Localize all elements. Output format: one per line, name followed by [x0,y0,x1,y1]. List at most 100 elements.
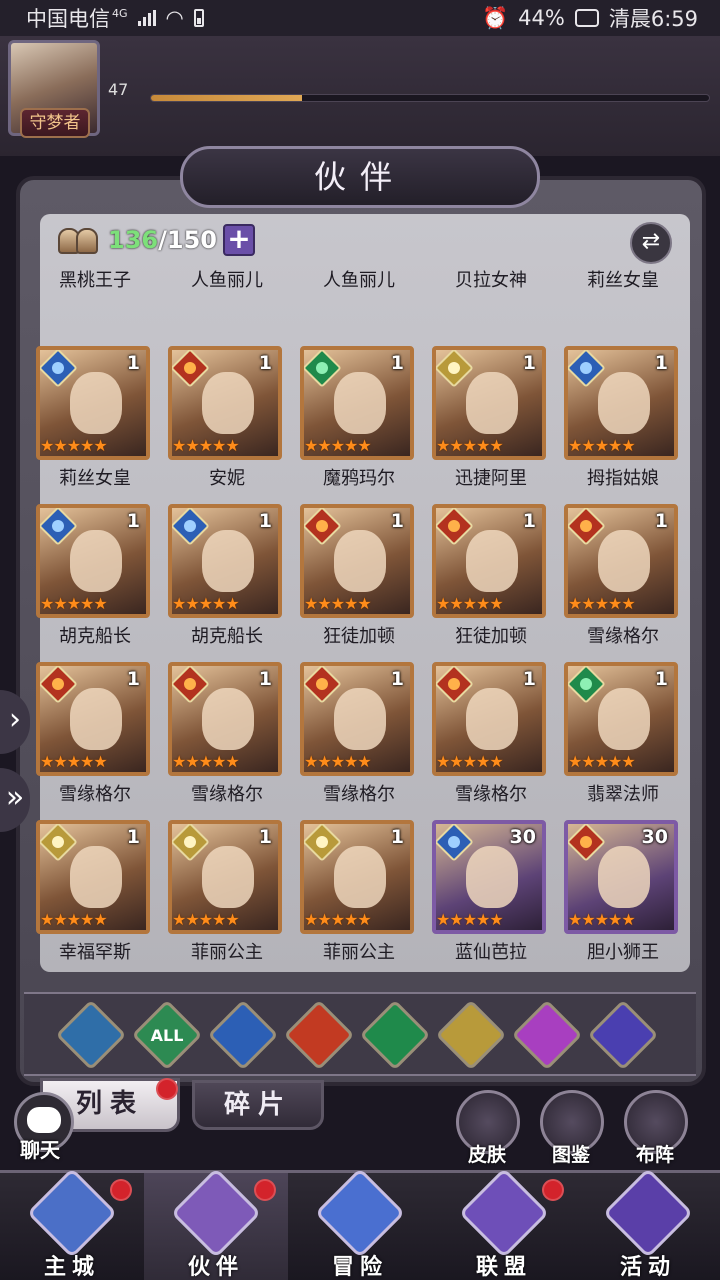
expand-slots-button[interactable]: + [222,224,255,256]
partner-face [70,688,122,750]
partner-card[interactable]: 1 ★★★★★ 胡克船长 [162,504,282,654]
sort-toggle-button[interactable]: ⇄ [630,222,672,264]
fire-element-icon [436,508,474,546]
partner-level: 1 [126,510,140,532]
partner-card[interactable]: 1 ★★★★★ 狂徒加顿 [426,504,546,654]
partner-card[interactable]: 1 ★★★★★ 菲丽公主 [294,820,414,968]
partner-level: 1 [522,510,536,532]
partner-card[interactable]: 1 ★★★★★ 狂徒加顿 [294,504,414,654]
partner-portrait: 1 ★★★★★ [564,504,678,618]
notification-dot [254,1179,276,1201]
partner-name: 雪缘格尔 [587,626,659,647]
filter-light-button[interactable] [435,999,507,1071]
fire-element-icon [436,666,474,704]
partner-card[interactable]: ★★★★★黑桃王子 [30,262,146,298]
partner-face [70,846,122,908]
star-rating: ★★★★★ [436,752,504,771]
partner-card[interactable]: ★★★★★贝拉女神 [426,262,542,298]
partner-card[interactable]: 1 ★★★★★ 翡翠法师 [558,662,678,812]
tab-fragments[interactable]: 碎片 [192,1080,324,1130]
partner-portrait: 1 ★★★★★ [168,820,282,934]
fire-element-icon [172,350,210,388]
water-element-icon [436,824,474,862]
partner-portrait: 1 ★★★★★ [432,346,546,460]
roster-count: 136/150 + [56,222,255,258]
filter-planet-button[interactable] [587,999,659,1071]
nav-icon [458,1167,550,1259]
nav-label: 联盟 [475,1255,532,1280]
nav-icon [602,1167,694,1259]
partner-face [598,372,650,434]
partner-card[interactable]: 30 ★★★★★ 蓝仙芭拉 [426,820,546,968]
partner-level: 1 [390,510,404,532]
alarm-icon: ⏰ [481,5,509,30]
nav-icon [26,1167,118,1259]
filter-wind-icon [373,1013,417,1057]
nav-item[interactable]: 冒险 [288,1167,432,1280]
partner-name: 雪缘格尔 [59,784,131,805]
partner-card[interactable]: 1 ★★★★★ 雪缘格尔 [558,504,678,654]
partner-card[interactable]: ★★★★★人鱼丽儿 [162,262,278,298]
partner-face [70,372,122,434]
partner-level: 1 [522,668,536,690]
partner-card[interactable]: 1 ★★★★★ 雪缘格尔 [30,662,150,812]
partner-name: 胡克船长 [59,626,131,647]
filter-all-faction-button[interactable] [55,999,127,1071]
partner-face [466,530,518,592]
star-rating: ★★★★★ [568,594,636,613]
nav-item[interactable]: 伙伴 [144,1167,288,1280]
battery-percent: 44% [518,6,565,30]
water-element-icon [172,508,210,546]
star-rating: ★★★★★ [172,436,240,455]
partner-portrait: 1 ★★★★★ [432,662,546,776]
partner-face [598,530,650,592]
light-element-icon [436,350,474,388]
partner-card[interactable]: 1 ★★★★★ 菲丽公主 [162,820,282,968]
partner-name: 雪缘格尔 [191,784,263,805]
star-rating: ★★★★★ [40,436,108,455]
nav-label: 冒险 [331,1255,388,1280]
filter-fire-button[interactable] [283,999,355,1071]
wind-element-icon [304,350,342,388]
partner-level: 1 [654,352,668,374]
partner-card[interactable]: 30 ★★★★★ 胆小狮王 [558,820,678,968]
xp-fill [151,95,302,101]
partner-level: 1 [258,668,272,690]
partner-card[interactable]: 1 ★★★★★ 胡克船长 [30,504,150,654]
partner-portrait: 1 ★★★★★ [432,504,546,618]
star-rating: ★★★★★ [304,594,372,613]
partner-name: 狂徒加顿 [323,626,395,647]
partner-card[interactable]: 1 ★★★★★ 雪缘格尔 [426,662,546,812]
star-rating: ★★★★★ [304,436,372,455]
partner-card[interactable]: 1 ★★★★★ 安妮 [162,346,282,496]
filter-water-button[interactable] [207,999,279,1071]
filter-all-button[interactable]: ALL [131,999,203,1071]
fire-element-icon [568,824,606,862]
partner-card[interactable]: 1 ★★★★★ 迅捷阿里 [426,346,546,496]
filter-wind-button[interactable] [359,999,431,1071]
partner-name: 雪缘格尔 [455,784,527,805]
light-element-icon [304,824,342,862]
partner-grid[interactable]: ★★★★★黑桃王子 ★★★★★人鱼丽儿 ★★★★★人鱼丽儿 ★★★★★贝拉女神 ★★★★… [30,262,690,968]
partner-card[interactable]: 1 ★★★★★ 幸福罕斯 [30,820,150,968]
partner-level: 30 [509,826,536,848]
nav-item[interactable]: 活动 [576,1167,720,1280]
chat-label: 聊天 [20,1138,60,1162]
partner-card[interactable]: 1 ★★★★★ 雪缘格尔 [294,662,414,812]
partner-face [334,688,386,750]
nav-item[interactable]: 主城 [0,1167,144,1280]
partner-name: 魔鸦玛尔 [323,468,395,489]
partner-card[interactable]: ★★★★★人鱼丽儿 [294,262,410,298]
partner-card[interactable]: 1 ★★★★★ 雪缘格尔 [162,662,282,812]
partner-level: 30 [641,826,668,848]
partner-card[interactable]: 1 ★★★★★ 莉丝女皇 [30,346,150,496]
nav-label: 主城 [43,1255,100,1280]
partner-face [334,530,386,592]
partner-level: 1 [390,826,404,848]
partner-card[interactable]: ★★★★★莉丝女皇 [558,262,674,298]
partner-card[interactable]: 1 ★★★★★ 拇指姑娘 [558,346,678,496]
partner-card[interactable]: 1 ★★★★★ 魔鸦玛尔 [294,346,414,496]
nav-item[interactable]: 联盟 [432,1167,576,1280]
partner-portrait: 1 ★★★★★ [564,662,678,776]
filter-dark-button[interactable] [511,999,583,1071]
